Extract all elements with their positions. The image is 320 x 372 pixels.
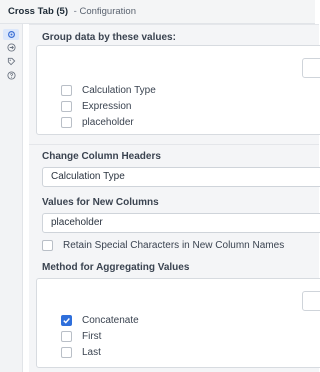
option-label: Retain Special Characters in New Column … xyxy=(63,239,285,251)
option-label: Concatenate xyxy=(82,314,139,326)
checkbox[interactable] xyxy=(61,330,72,342)
arrow-circle-icon[interactable] xyxy=(3,42,19,53)
aggregation-option-concatenate[interactable]: Concatenate xyxy=(61,313,139,327)
check-icon xyxy=(63,317,70,324)
column-headers-select[interactable]: Calculation Type xyxy=(42,167,320,187)
title-bar: Cross Tab (5) - Configuration xyxy=(0,0,315,24)
option-label: Calculation Type xyxy=(82,84,156,96)
aggregation-option-first[interactable]: First xyxy=(61,329,101,343)
column-headers-label: Change Column Headers xyxy=(42,151,161,162)
new-columns-label: Values for New Columns xyxy=(42,197,159,208)
option-label: placeholder xyxy=(82,116,134,128)
checkbox-checked[interactable] xyxy=(61,314,72,326)
group-by-option-calculation-type[interactable]: Calculation Type xyxy=(61,83,156,97)
checkbox[interactable] xyxy=(61,84,72,96)
checkbox[interactable] xyxy=(61,346,72,358)
help-icon[interactable] xyxy=(3,70,19,81)
group-by-search-input[interactable] xyxy=(302,58,320,78)
config-icon[interactable] xyxy=(3,29,19,40)
checkbox[interactable] xyxy=(61,116,72,128)
side-rail xyxy=(0,24,23,372)
checkbox[interactable] xyxy=(61,100,72,112)
title-separator: - xyxy=(73,6,77,17)
aggregation-search-input[interactable] xyxy=(302,291,320,311)
option-label: Expression xyxy=(82,100,132,112)
group-by-option-placeholder[interactable]: placeholder xyxy=(61,115,134,129)
configuration-panel: Group data by these values: Calculation … xyxy=(23,24,320,372)
group-by-option-expression[interactable]: Expression xyxy=(61,99,131,113)
settings-section: Change Column Headers Calculation Type V… xyxy=(29,144,320,372)
group-by-label: Group data by these values: xyxy=(42,32,176,43)
retain-special-characters-option[interactable]: Retain Special Characters in New Column … xyxy=(42,238,284,252)
title-section: Configuration xyxy=(79,6,136,17)
option-label: First xyxy=(82,330,102,342)
checkbox[interactable] xyxy=(42,239,53,251)
tag-icon[interactable] xyxy=(3,56,19,67)
tool-name: Cross Tab (5) xyxy=(8,6,69,17)
option-label: Last xyxy=(82,346,101,358)
group-by-section: Group data by these values: Calculation … xyxy=(29,24,320,144)
new-columns-select[interactable]: placeholder xyxy=(42,213,320,233)
aggregation-option-last[interactable]: Last xyxy=(61,345,101,359)
aggregation-label: Method for Aggregating Values xyxy=(42,262,190,273)
